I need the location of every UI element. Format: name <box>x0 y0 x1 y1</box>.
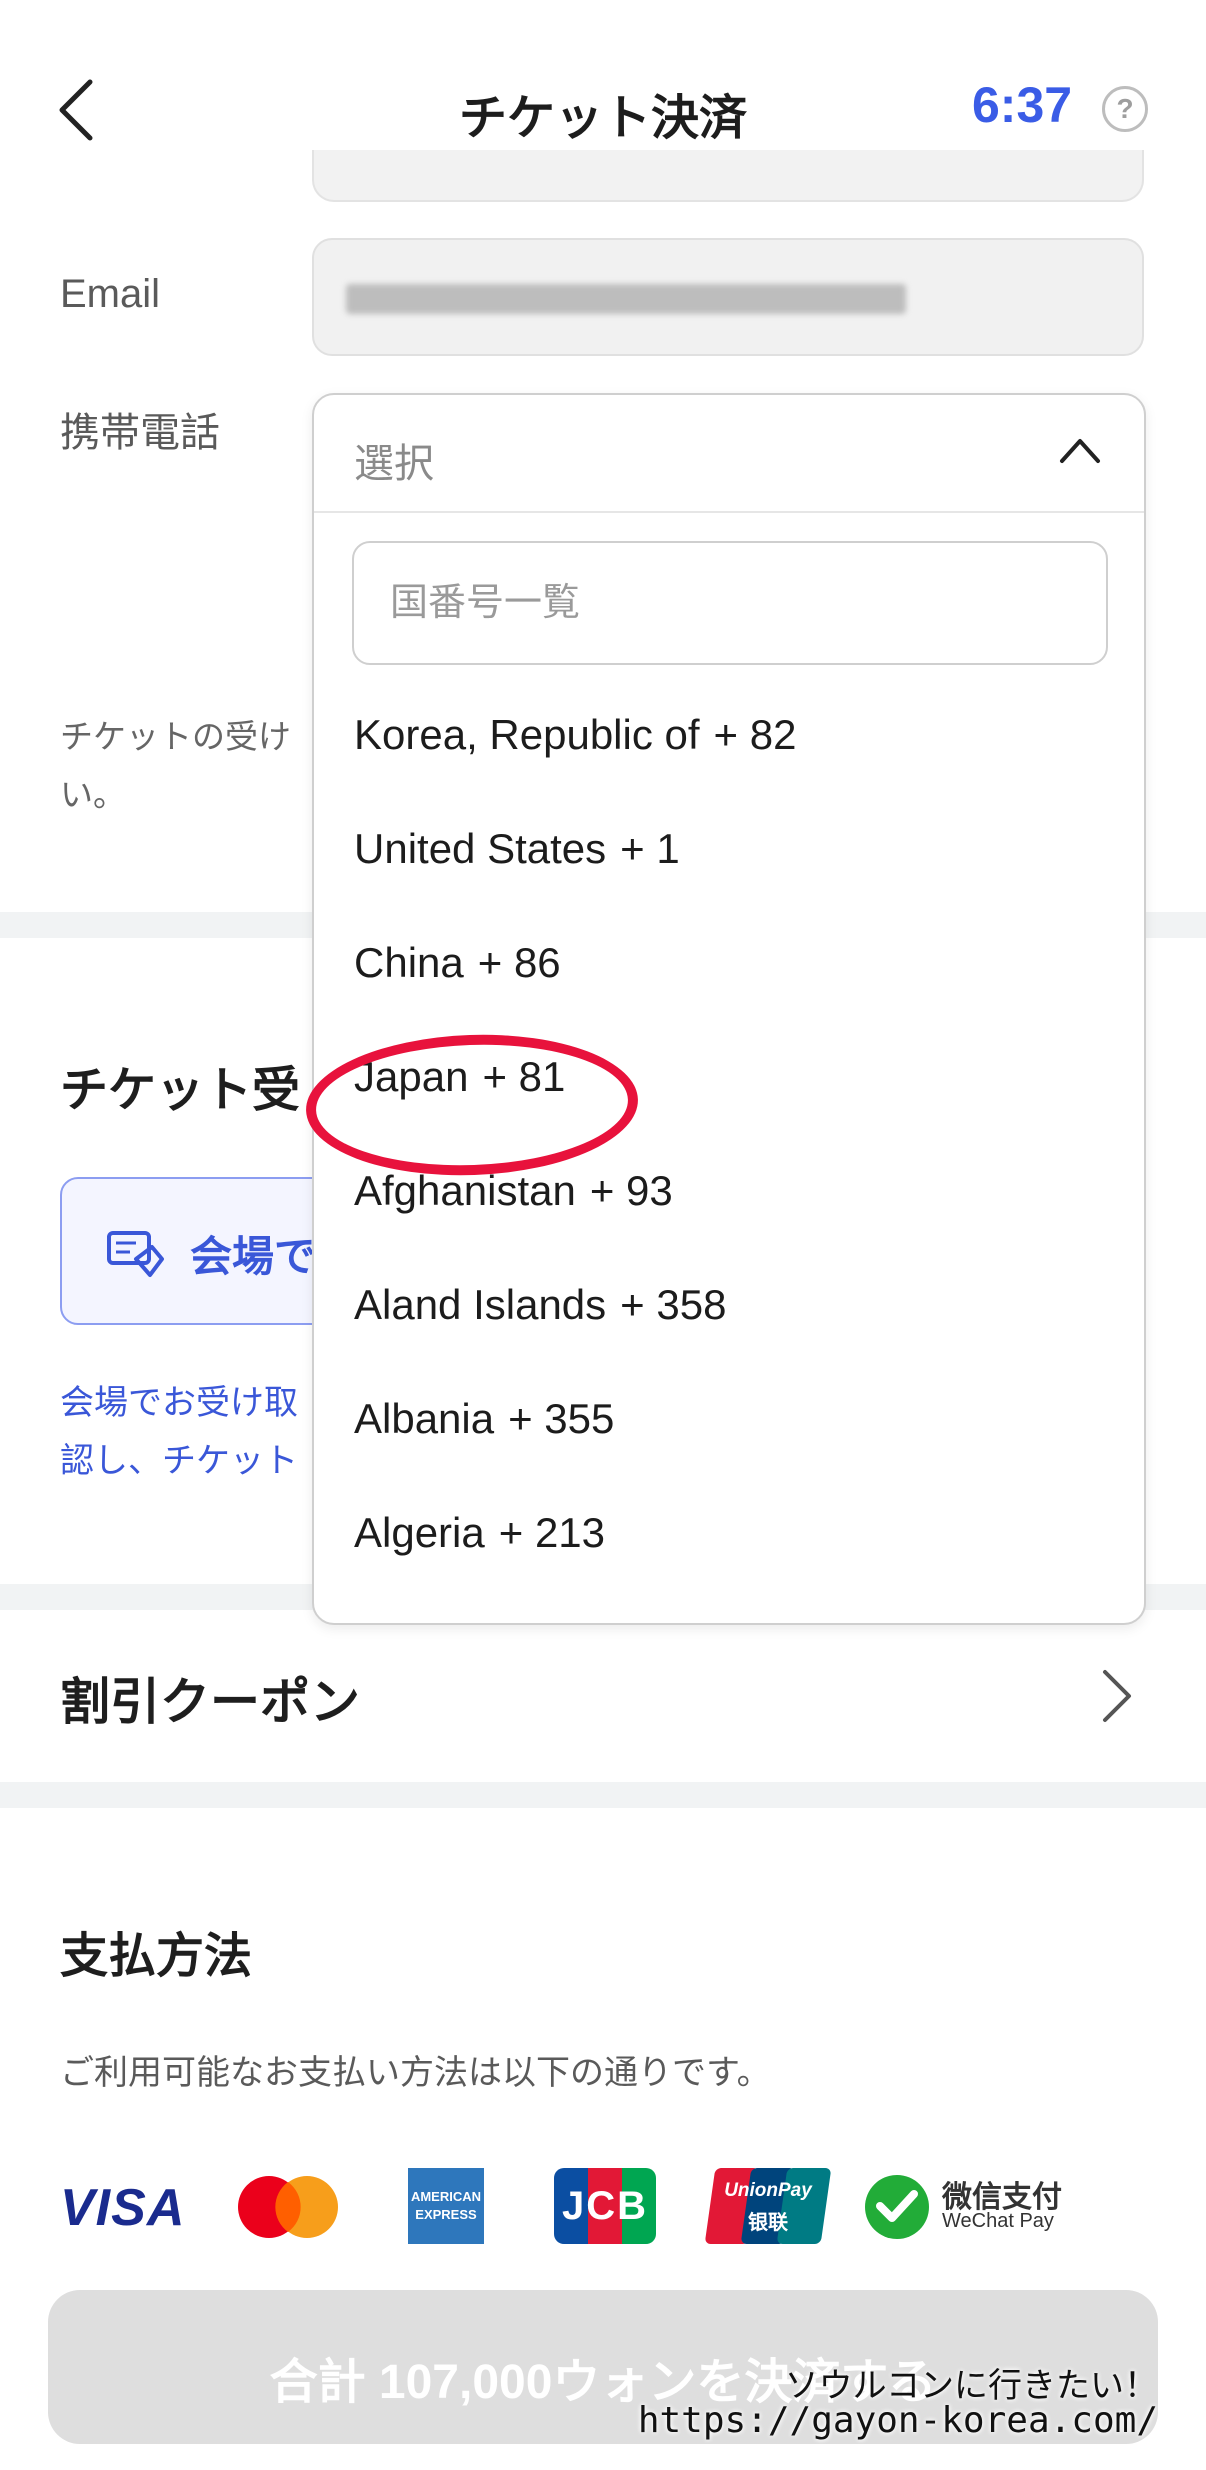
country-dial-code: + 355 <box>508 1395 615 1442</box>
jcb-logo: JCB <box>554 2168 656 2244</box>
section-divider <box>0 1782 1206 1808</box>
visa-logo: VISA <box>60 2179 186 2237</box>
country-option[interactable]: Algeria + 213 <box>354 1493 1134 1607</box>
dropdown-header[interactable]: 選択 <box>314 395 1144 513</box>
country-option[interactable]: Aland Islands + 358 <box>354 1265 1134 1379</box>
wechat-pay-icon <box>865 2175 929 2239</box>
country-option[interactable]: United States + 1 <box>354 809 1134 923</box>
payment-logos: VISA AMERICAN EXPRESS JCB UnionPay 银联 微信… <box>60 2168 1160 2248</box>
wechat-pay-logo: 微信支付 WeChat Pay <box>864 2172 1064 2242</box>
country-dial-code: + 82 <box>713 711 797 758</box>
amex-logo: AMERICAN EXPRESS <box>408 2168 484 2244</box>
mastercard-logo <box>238 2176 338 2238</box>
phone-label: 携帯電話 <box>60 411 220 455</box>
country-name: China <box>354 939 464 986</box>
coupon-row[interactable]: 割引クーポン <box>0 1610 1206 1780</box>
country-option[interactable]: Albania + 355 <box>354 1379 1134 1493</box>
country-option[interactable]: Korea, Republic of + 82 <box>354 695 1134 809</box>
help-icon[interactable]: ? <box>1102 86 1148 132</box>
ticket-receive-title: チケット受 <box>60 1064 301 1117</box>
email-label: Email <box>60 272 161 316</box>
country-name: Albania <box>354 1395 495 1442</box>
country-dial-code: + 1 <box>620 825 680 872</box>
dropdown-selected-value: 選択 <box>354 442 434 486</box>
payment-method-title: 支払方法 <box>60 1930 253 1983</box>
payment-description: ご利用可能なお支払い方法は以下の通りです。 <box>60 2054 771 2092</box>
blurred-email-value <box>346 284 906 314</box>
chevron-right-icon <box>1103 1670 1131 1722</box>
country-name: United States <box>354 825 607 872</box>
country-code-dropdown[interactable]: 選択 Korea, Republic of + 82 United States + … <box>312 393 1146 1625</box>
watermark-url: https://gayon-korea.com/ <box>637 2400 1158 2441</box>
country-dial-code: + 213 <box>498 1509 606 1556</box>
unionpay-logo: UnionPay 银联 <box>704 2168 832 2244</box>
country-name: Algeria <box>354 1509 485 1556</box>
chevron-up-icon[interactable] <box>1058 435 1102 465</box>
country-option[interactable]: China + 86 <box>354 923 1134 1037</box>
receive-notice-text: チケットの受け い。 <box>60 718 291 813</box>
country-dial-code: + 358 <box>620 1281 727 1328</box>
ticket-pickup-icon <box>107 1231 164 1277</box>
receive-note-text: 会場でお受け取 認し、チケット <box>60 1384 298 1480</box>
country-search-input[interactable] <box>352 541 1108 665</box>
email-field[interactable] <box>312 238 1144 356</box>
previous-input-field[interactable] <box>312 150 1144 202</box>
countdown-timer: 6:37 <box>972 77 1073 133</box>
country-name: Korea, Republic of <box>354 711 700 758</box>
coupon-label: 割引クーポン <box>60 1674 360 1730</box>
country-dial-code: + 86 <box>477 939 561 986</box>
receive-option-label: 会場で <box>190 1233 317 1280</box>
country-dial-code: + 93 <box>589 1167 673 1214</box>
country-name: Aland Islands <box>354 1281 607 1328</box>
